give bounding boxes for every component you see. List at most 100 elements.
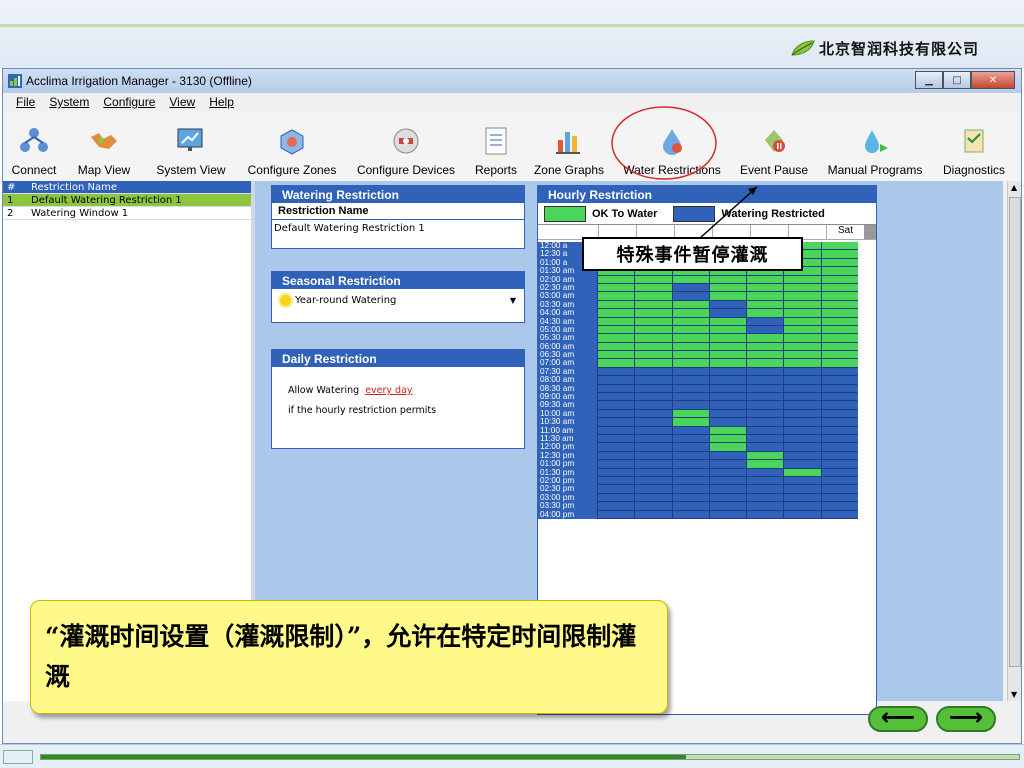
- hour-cell[interactable]: [634, 342, 672, 352]
- hour-cell[interactable]: [708, 434, 747, 444]
- hour-cell[interactable]: [820, 359, 858, 368]
- toolbar-zone-graphs[interactable]: Zone Graphs: [531, 111, 607, 177]
- hour-cell[interactable]: [634, 493, 672, 503]
- hour-cell[interactable]: [671, 443, 709, 452]
- hour-cell[interactable]: [708, 460, 747, 469]
- hour-cell[interactable]: [671, 342, 709, 352]
- hour-cell[interactable]: [783, 426, 821, 435]
- hour-cell[interactable]: [708, 476, 747, 486]
- hour-cell[interactable]: [746, 275, 784, 284]
- hour-cell[interactable]: [746, 367, 784, 377]
- hour-cell[interactable]: [746, 493, 784, 503]
- hour-cell[interactable]: [783, 468, 821, 477]
- hour-cell[interactable]: [671, 451, 709, 461]
- hour-cell[interactable]: [783, 334, 821, 343]
- list-item[interactable]: 2 Watering Window 1: [3, 207, 251, 220]
- hour-cell[interactable]: [746, 376, 784, 385]
- hour-cell[interactable]: [596, 325, 635, 335]
- toolbar-connect[interactable]: Connect: [5, 111, 63, 177]
- hour-cell[interactable]: [820, 451, 858, 461]
- hour-cell[interactable]: [596, 510, 635, 519]
- hour-cell[interactable]: [746, 485, 784, 494]
- vertical-scrollbar[interactable]: ▲ ▼: [1007, 181, 1021, 701]
- hour-cell[interactable]: [820, 376, 858, 385]
- hour-cell[interactable]: [746, 359, 784, 368]
- hour-cell[interactable]: [746, 292, 784, 301]
- hour-cell[interactable]: [746, 468, 784, 477]
- hour-cell[interactable]: [634, 510, 672, 519]
- hour-cell[interactable]: [746, 434, 784, 444]
- hour-cell[interactable]: [783, 351, 821, 360]
- play-icon[interactable]: [3, 750, 33, 764]
- hour-cell[interactable]: [671, 401, 709, 410]
- hour-cell[interactable]: [634, 283, 672, 293]
- hour-cell[interactable]: [671, 376, 709, 385]
- hour-cell[interactable]: [783, 418, 821, 427]
- hour-cell[interactable]: [596, 409, 635, 419]
- toolbar-configure-zones[interactable]: Configure Zones: [243, 111, 341, 177]
- hour-cell[interactable]: [596, 309, 635, 318]
- hour-cell[interactable]: [783, 443, 821, 452]
- day-col-sat[interactable]: Sat: [826, 225, 864, 239]
- title-bar[interactable]: Acclima Irrigation Manager - 3130 (Offli…: [3, 69, 1021, 93]
- hour-cell[interactable]: [820, 250, 858, 259]
- scroll-down-icon[interactable]: ▼: [1011, 690, 1017, 699]
- hour-cell[interactable]: [783, 476, 821, 486]
- hour-cell[interactable]: [783, 409, 821, 419]
- hour-cell[interactable]: [634, 309, 672, 318]
- hour-cell[interactable]: [634, 376, 672, 385]
- hour-cell[interactable]: [671, 418, 709, 427]
- maximize-button[interactable]: □: [943, 71, 971, 89]
- hour-cell[interactable]: [783, 451, 821, 461]
- hour-cell[interactable]: [671, 393, 709, 402]
- hour-cell[interactable]: [746, 443, 784, 452]
- hour-cell[interactable]: [671, 292, 709, 301]
- hour-cell[interactable]: [746, 351, 784, 360]
- hour-cell[interactable]: [634, 451, 672, 461]
- ok-swatch[interactable]: [544, 205, 586, 222]
- hour-cell[interactable]: [783, 510, 821, 519]
- hour-cell[interactable]: [783, 275, 821, 284]
- hour-cell[interactable]: [746, 426, 784, 435]
- hour-cell[interactable]: [634, 325, 672, 335]
- hour-cell[interactable]: [634, 401, 672, 410]
- hour-cell[interactable]: [634, 334, 672, 343]
- scroll-up-icon[interactable]: ▲: [1011, 183, 1017, 192]
- hour-cell[interactable]: [820, 258, 858, 268]
- hour-cell[interactable]: [634, 476, 672, 486]
- hour-cell[interactable]: [746, 418, 784, 427]
- restriction-name-field[interactable]: Default Watering Restriction 1: [272, 220, 524, 237]
- toolbar-event-pause[interactable]: Event Pause: [739, 111, 809, 177]
- hour-cell[interactable]: [708, 443, 747, 452]
- hour-cell[interactable]: [746, 283, 784, 293]
- hour-cell[interactable]: [634, 468, 672, 477]
- hour-cell[interactable]: [820, 485, 858, 494]
- hour-cell[interactable]: [596, 351, 635, 360]
- hour-cell[interactable]: [671, 325, 709, 335]
- hour-cell[interactable]: [783, 325, 821, 335]
- hour-cell[interactable]: [708, 342, 747, 352]
- hour-cell[interactable]: [746, 451, 784, 461]
- hour-cell[interactable]: [708, 485, 747, 494]
- hour-cell[interactable]: [708, 283, 747, 293]
- hour-cell[interactable]: [708, 300, 747, 310]
- hour-cell[interactable]: [634, 317, 672, 326]
- hour-cell[interactable]: [634, 351, 672, 360]
- hour-cell[interactable]: [820, 468, 858, 477]
- hour-cell[interactable]: [820, 476, 858, 486]
- hour-cell[interactable]: [820, 283, 858, 293]
- hour-cell[interactable]: [708, 493, 747, 503]
- hour-cell[interactable]: [820, 242, 858, 251]
- hour-cell[interactable]: [596, 275, 635, 284]
- hour-cell[interactable]: [708, 418, 747, 427]
- hour-cell[interactable]: [708, 409, 747, 419]
- hour-cell[interactable]: [820, 510, 858, 519]
- prev-arrow-button[interactable]: ⟵: [868, 705, 928, 732]
- hour-cell[interactable]: [596, 334, 635, 343]
- hour-cell[interactable]: [596, 376, 635, 385]
- hour-cell[interactable]: [783, 384, 821, 394]
- hour-cell[interactable]: [671, 502, 709, 511]
- menu-help[interactable]: Help: [209, 95, 234, 109]
- hour-cell[interactable]: [746, 393, 784, 402]
- hour-cell[interactable]: [820, 351, 858, 360]
